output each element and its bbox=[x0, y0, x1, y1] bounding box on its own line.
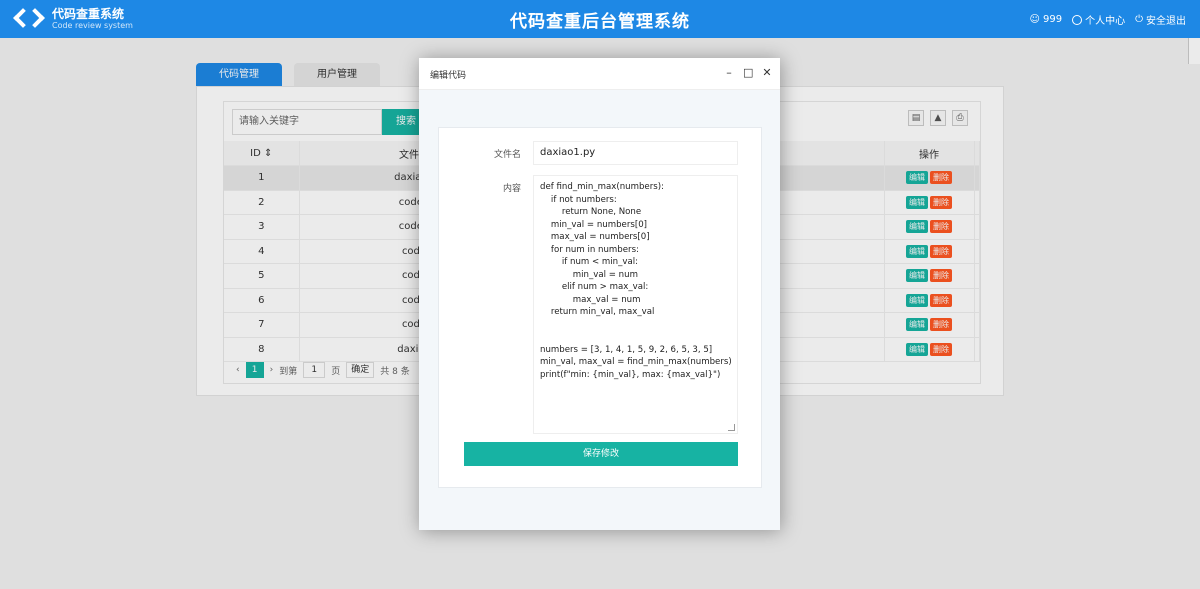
close-icon[interactable]: ✕ bbox=[762, 65, 772, 81]
logout-link[interactable]: ⏻ 安全退出 bbox=[1135, 12, 1186, 27]
page-title: 代码查重后台管理系统 bbox=[510, 12, 690, 32]
minimize-icon[interactable]: – bbox=[724, 65, 734, 81]
filename-label: 文件名 bbox=[493, 150, 521, 160]
top-header: 代码查重系统 Code review system 代码查重后台管理系统 ☺ 9… bbox=[0, 0, 1200, 38]
logout-label: 安全退出 bbox=[1146, 16, 1186, 27]
user-icon: ☺ bbox=[1029, 14, 1040, 25]
profile-link[interactable]: 个人中心 bbox=[1072, 12, 1125, 27]
smile-icon bbox=[1072, 14, 1083, 25]
content-textarea[interactable]: def find_min_max(numbers): if not number… bbox=[533, 175, 738, 434]
filename-input[interactable]: daxiao1.py bbox=[533, 141, 738, 165]
username: 999 bbox=[1042, 14, 1063, 25]
save-button[interactable]: 保存修改 bbox=[464, 442, 738, 466]
profile-label: 个人中心 bbox=[1085, 16, 1126, 27]
maximize-icon[interactable]: □ bbox=[743, 65, 753, 81]
dialog-title: 编辑代码 bbox=[430, 71, 467, 81]
edit-form: 文件名 daxiao1.py 内容 def find_min_max(numbe… bbox=[438, 127, 762, 488]
user-menu[interactable]: ☺ 999 bbox=[1030, 12, 1063, 27]
power-icon: ⏻ bbox=[1135, 14, 1143, 25]
content-label: 内容 bbox=[502, 184, 521, 194]
resize-handle[interactable] bbox=[728, 424, 735, 431]
edit-code-dialog: 编辑代码 – □ ✕ 文件名 daxiao1.py 内容 def find_mi… bbox=[419, 58, 780, 530]
